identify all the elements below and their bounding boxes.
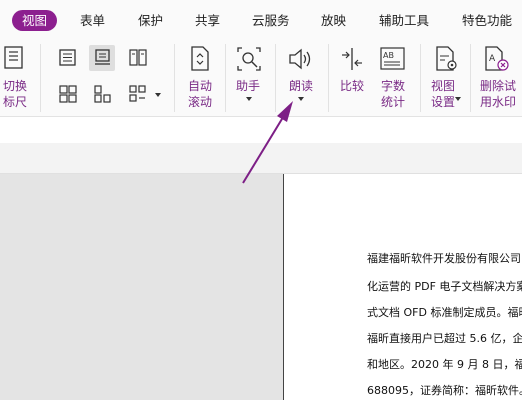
annotation-arrow	[242, 101, 293, 184]
